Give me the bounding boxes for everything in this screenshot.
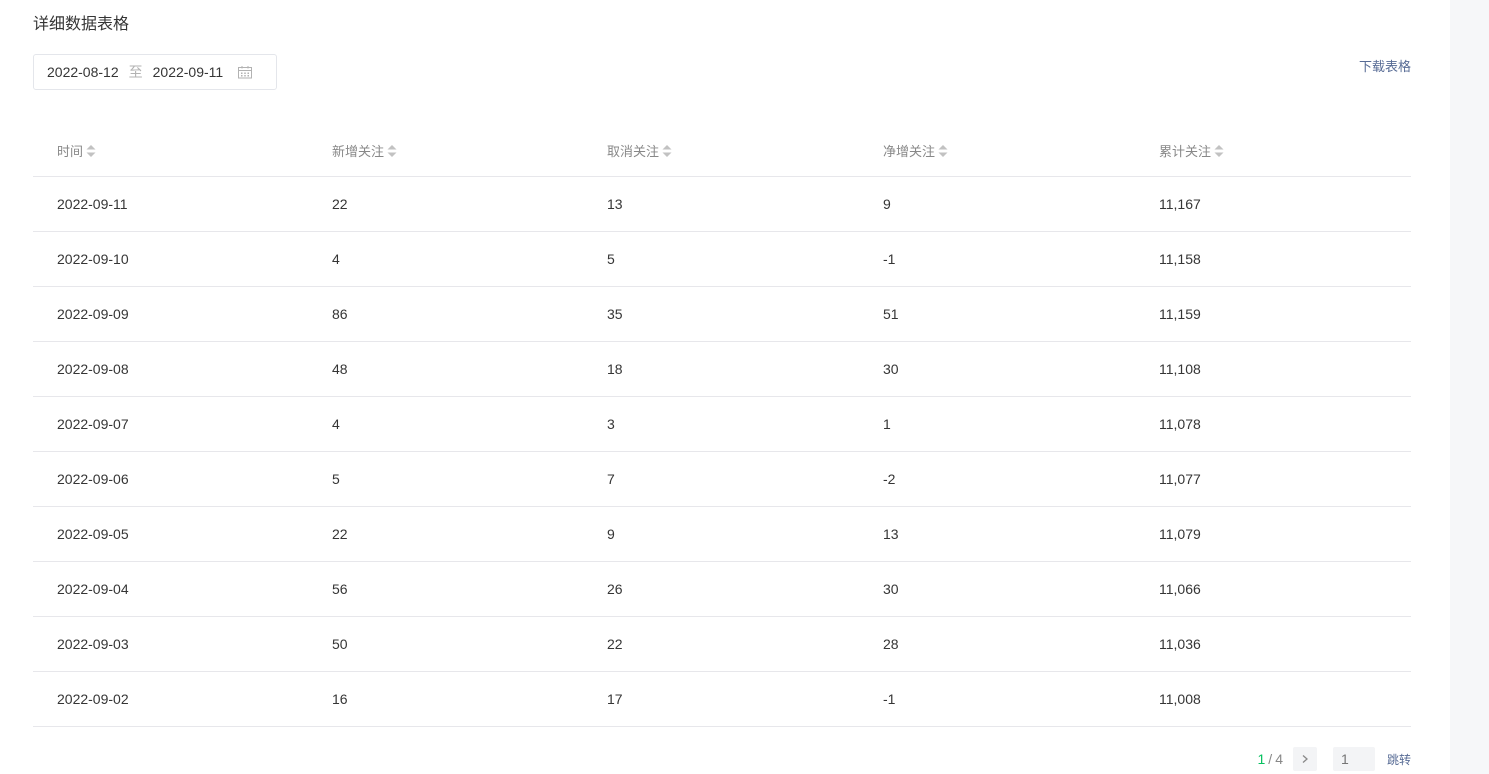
table-cell: 4 [308, 231, 583, 287]
table-cell: 9 [859, 176, 1135, 232]
table-cell: 2022-09-07 [33, 396, 308, 452]
table-cell: 2022-09-05 [33, 506, 308, 562]
table-cell: 28 [859, 616, 1135, 672]
download-table-link[interactable]: 下载表格 [1359, 56, 1411, 75]
sort-icon[interactable] [1214, 144, 1224, 158]
table-cell: 2022-09-11 [33, 176, 308, 232]
table-row: 2022-09-04 56 26 30 11,066 [33, 561, 1411, 617]
table-row: 2022-09-08 48 18 30 11,108 [33, 341, 1411, 397]
page-jump-input[interactable] [1332, 747, 1375, 771]
column-header-label: 时间 [57, 144, 84, 160]
table-cell: 11,078 [1135, 396, 1411, 452]
table-cell: 7 [583, 451, 859, 507]
table-cell: 11,079 [1135, 506, 1411, 562]
table-cell: -2 [859, 451, 1135, 507]
table-row: 2022-09-03 50 22 28 11,036 [33, 616, 1411, 672]
table-row: 2022-09-11 22 13 9 11,167 [33, 176, 1411, 232]
table-cell: 11,158 [1135, 231, 1411, 287]
table-cell: 35 [583, 286, 859, 342]
table-cell: 2022-09-09 [33, 286, 308, 342]
pagination: 1 / 4 跳转 [1257, 747, 1411, 771]
table-cell: 11,008 [1135, 671, 1411, 727]
data-table: 时间 新增关注 取消关注 净增关注 累计关注 2022-09-11 22 13 9 11,167… [33, 124, 1411, 727]
column-header-label: 取消关注 [607, 144, 660, 160]
table-cell: 56 [308, 561, 583, 617]
column-header[interactable]: 新增关注 [308, 124, 583, 177]
table-cell: 11,077 [1135, 451, 1411, 507]
sort-icon[interactable] [387, 144, 397, 158]
table-cell: 30 [859, 341, 1135, 397]
pagination-current: 1 [1257, 751, 1266, 767]
sort-icon[interactable] [662, 144, 672, 158]
table-cell: 13 [583, 176, 859, 232]
table-cell: 2022-09-02 [33, 671, 308, 727]
table-cell: 9 [583, 506, 859, 562]
table-cell: 11,036 [1135, 616, 1411, 672]
table-cell: 51 [859, 286, 1135, 342]
column-header[interactable]: 累计关注 [1135, 124, 1411, 177]
date-range-start[interactable]: 2022-08-12 [47, 64, 119, 80]
column-header-label: 净增关注 [883, 144, 936, 160]
table-cell: 13 [859, 506, 1135, 562]
table-cell: 11,066 [1135, 561, 1411, 617]
table-cell: 50 [308, 616, 583, 672]
table-cell: 2022-09-04 [33, 561, 308, 617]
pagination-separator: / [1268, 751, 1273, 767]
table-cell: -1 [859, 231, 1135, 287]
section-title: 详细数据表格 [33, 14, 130, 33]
table-cell: -1 [859, 671, 1135, 727]
right-gutter [1450, 0, 1489, 774]
column-header-label: 新增关注 [332, 144, 385, 160]
table-cell: 3 [583, 396, 859, 452]
next-page-button[interactable] [1292, 747, 1317, 771]
table-cell: 4 [308, 396, 583, 452]
table-cell: 2022-09-03 [33, 616, 308, 672]
table-cell: 5 [308, 451, 583, 507]
date-range-picker[interactable]: 2022-08-12 至 2022-09-11 [33, 54, 277, 90]
table-cell: 11,159 [1135, 286, 1411, 342]
column-header[interactable]: 净增关注 [859, 124, 1135, 177]
date-range-separator: 至 [128, 65, 143, 81]
page: 详细数据表格 2022-08-12 至 2022-09-11 下载表格 时间 新… [0, 0, 1489, 774]
sort-icon[interactable] [938, 144, 948, 158]
table-row: 2022-09-09 86 35 51 11,159 [33, 286, 1411, 342]
table-cell: 17 [583, 671, 859, 727]
sort-icon[interactable] [86, 144, 96, 158]
table-cell: 11,167 [1135, 176, 1411, 232]
table-row: 2022-09-02 16 17 -1 11,008 [33, 671, 1411, 727]
pagination-total: 4 [1275, 751, 1283, 767]
calendar-icon[interactable] [237, 65, 253, 79]
table-cell: 26 [583, 561, 859, 617]
column-header[interactable]: 时间 [33, 124, 308, 177]
chevron-right-icon [1302, 755, 1308, 763]
column-header[interactable]: 取消关注 [583, 124, 859, 177]
table-row: 2022-09-07 4 3 1 11,078 [33, 396, 1411, 452]
table-body: 2022-09-11 22 13 9 11,167 2022-09-10 4 5 -1 11,15… [33, 176, 1411, 727]
column-header-label: 累计关注 [1159, 144, 1212, 160]
table-row: 2022-09-06 5 7 -2 11,077 [33, 451, 1411, 507]
table-cell: 2022-09-08 [33, 341, 308, 397]
table-cell: 86 [308, 286, 583, 342]
table-cell: 30 [859, 561, 1135, 617]
date-range-end[interactable]: 2022-09-11 [153, 64, 224, 80]
table-row: 2022-09-10 4 5 -1 11,158 [33, 231, 1411, 287]
table-header-row: 时间 新增关注 取消关注 净增关注 累计关注 [33, 124, 1411, 177]
table-cell: 18 [583, 341, 859, 397]
table-cell: 1 [859, 396, 1135, 452]
table-cell: 11,108 [1135, 341, 1411, 397]
table-row: 2022-09-05 22 9 13 11,079 [33, 506, 1411, 562]
table-cell: 2022-09-10 [33, 231, 308, 287]
table-cell: 22 [583, 616, 859, 672]
jump-button[interactable]: 跳转 [1387, 751, 1411, 768]
table-cell: 16 [308, 671, 583, 727]
table-cell: 22 [308, 506, 583, 562]
table-cell: 2022-09-06 [33, 451, 308, 507]
table-cell: 22 [308, 176, 583, 232]
table-cell: 5 [583, 231, 859, 287]
table-cell: 48 [308, 341, 583, 397]
